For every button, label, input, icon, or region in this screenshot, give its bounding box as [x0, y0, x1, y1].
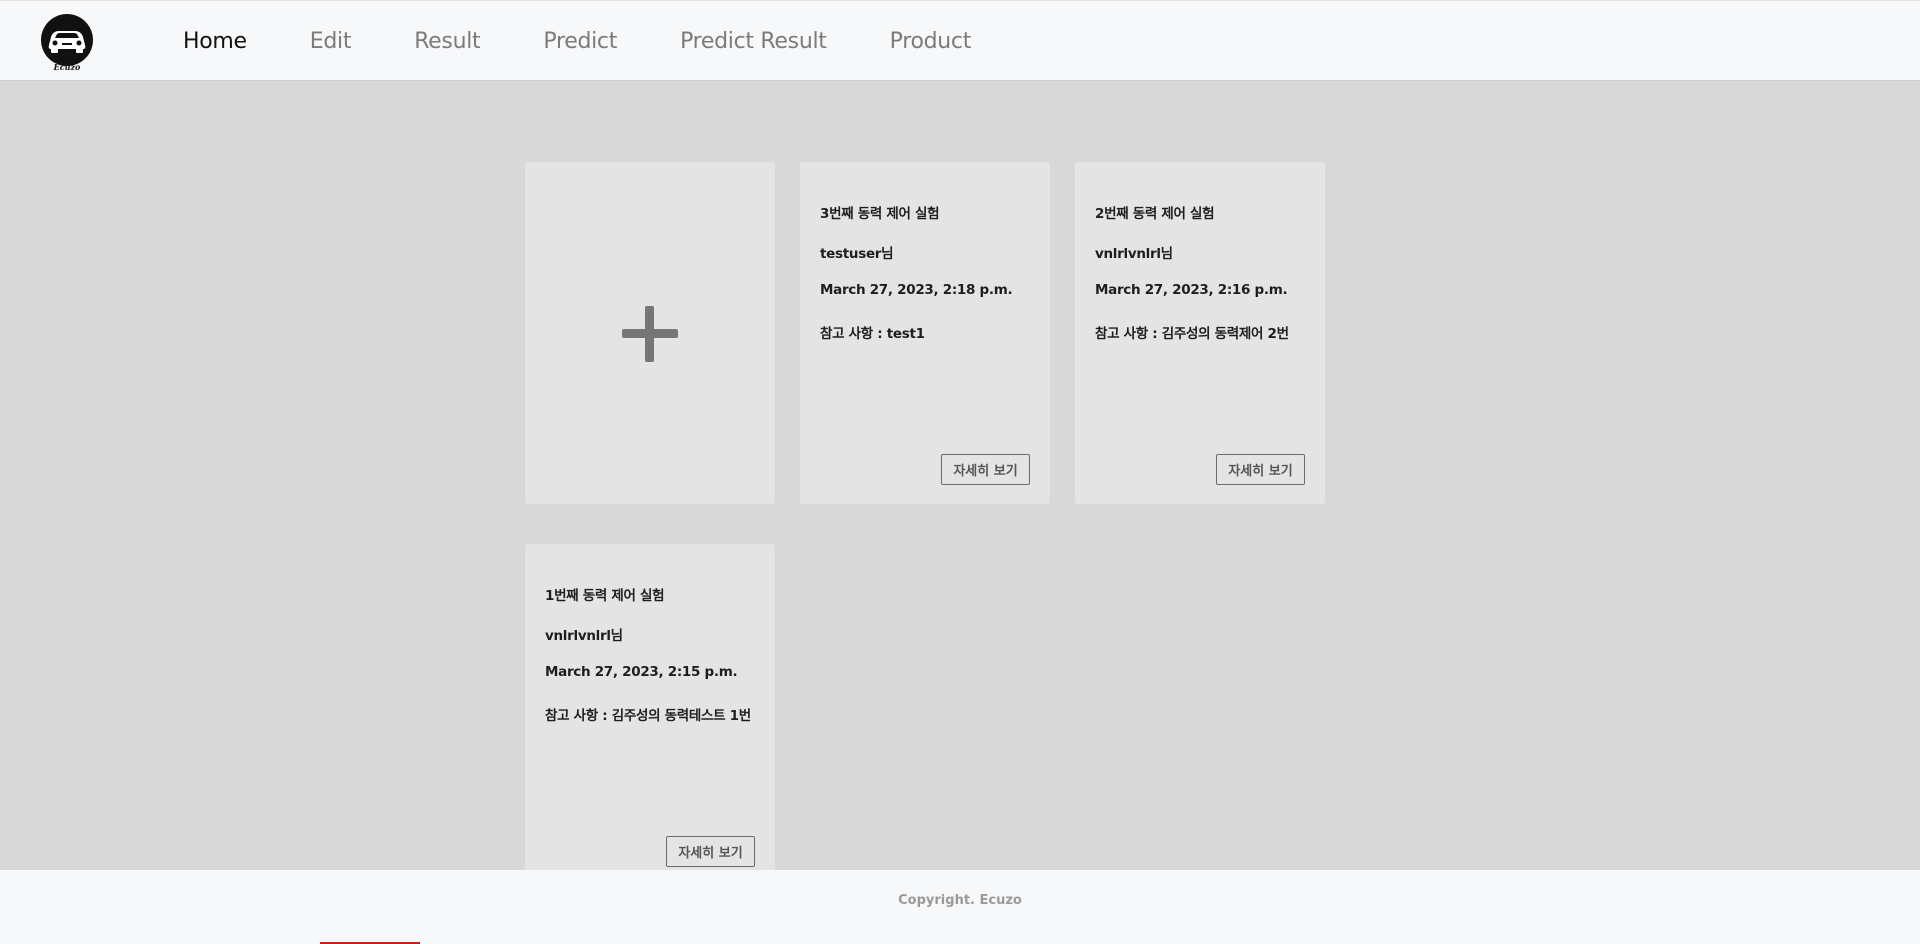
experiment-title: 2번째 동력 제어 실험: [1095, 206, 1215, 222]
nav-product[interactable]: Product: [890, 29, 972, 54]
experiment-date: March 27, 2023, 2:15 p.m.: [545, 664, 738, 680]
nav-result[interactable]: Result: [414, 29, 480, 54]
main-nav: Home Edit Result Predict Predict Result …: [183, 1, 1034, 82]
experiment-note: 참고 사항 : 김주성의 동력제어 2번: [1095, 326, 1289, 342]
logo[interactable]: Ecuzo: [37, 13, 97, 73]
nav-edit[interactable]: Edit: [310, 29, 352, 54]
experiment-title: 1번째 동력 제어 실험: [545, 588, 665, 604]
experiment-user: vnlrlvnlrl님: [1095, 246, 1173, 262]
experiment-title: 3번째 동력 제어 실험: [820, 206, 940, 222]
experiment-card: 2번째 동력 제어 실험 vnlrlvnlrl님 March 27, 2023,…: [1075, 162, 1325, 504]
nav-predict[interactable]: Predict: [543, 29, 617, 54]
view-details-button[interactable]: 자세히 보기: [666, 836, 755, 867]
view-details-button[interactable]: 자세히 보기: [941, 454, 1030, 485]
copyright-text: Copyright. Ecuzo: [898, 893, 1022, 908]
top-navbar: Ecuzo Home Edit Result Predict Predict R…: [0, 0, 1920, 81]
add-experiment-card[interactable]: [525, 162, 775, 504]
experiment-date: March 27, 2023, 2:16 p.m.: [1095, 282, 1288, 298]
nav-predict-result[interactable]: Predict Result: [680, 29, 827, 54]
nav-home[interactable]: Home: [183, 29, 247, 54]
experiment-card: 3번째 동력 제어 실험 testuser님 March 27, 2023, 2…: [800, 162, 1050, 504]
view-details-button[interactable]: 자세히 보기: [1216, 454, 1305, 485]
experiment-note: 참고 사항 : test1: [820, 326, 925, 342]
main-content: 3번째 동력 제어 실험 testuser님 March 27, 2023, 2…: [0, 81, 1920, 870]
experiment-user: testuser님: [820, 246, 894, 262]
experiment-user: vnlrlvnlrl님: [545, 628, 623, 644]
plus-icon: [622, 306, 678, 362]
experiment-date: March 27, 2023, 2:18 p.m.: [820, 282, 1013, 298]
footer: Copyright. Ecuzo: [0, 870, 1920, 944]
logo-text: Ecuzo: [53, 62, 81, 72]
experiment-note: 참고 사항 : 김주성의 동력테스트 1번: [545, 708, 751, 724]
experiment-card: 1번째 동력 제어 실험 vnlrlvnlrl님 March 27, 2023,…: [525, 544, 775, 870]
